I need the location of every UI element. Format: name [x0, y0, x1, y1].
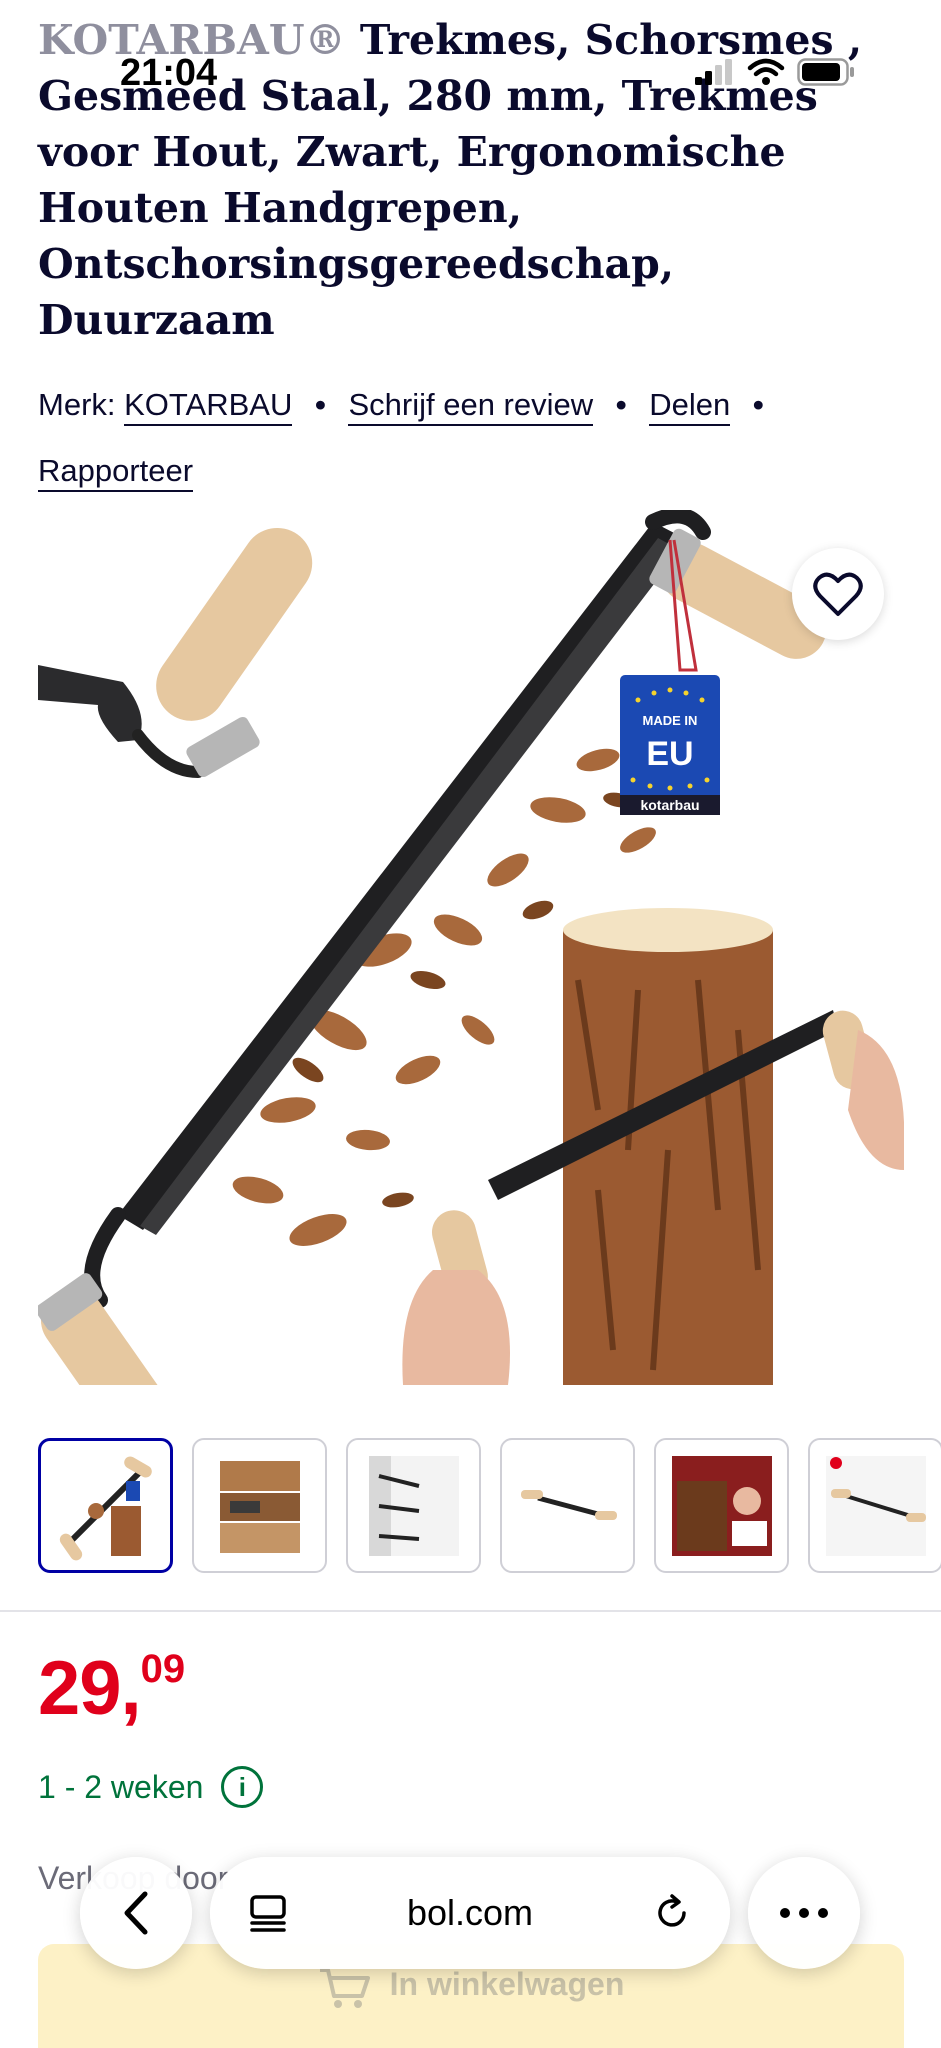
more-icon: [780, 1908, 828, 1918]
info-icon[interactable]: i: [221, 1766, 264, 1808]
chevron-left-icon: [124, 1891, 148, 1935]
meta-separator: •: [752, 387, 764, 422]
add-to-cart-label: In winkelwagen: [389, 1966, 625, 2002]
product-image[interactable]: MADE IN EU kotarbau: [35, 507, 905, 1464]
report-link[interactable]: Rapporteer: [38, 453, 194, 492]
delivery-text: 1 - 2 weken: [38, 1768, 204, 1805]
product-title-text: Trekmes, Schorsmes , Gesmeed Staal, 280 …: [38, 16, 863, 344]
drawknife-illustration: MADE IN EU kotarbau: [35, 507, 905, 1464]
price-decimal: 09: [140, 1647, 186, 1691]
back-button[interactable]: [80, 1857, 192, 1969]
cart-icon: [319, 1968, 370, 2008]
heart-icon: [813, 572, 863, 616]
thumbnail-2[interactable]: [192, 1438, 327, 1573]
price: 29,09: [38, 1645, 185, 1732]
more-button[interactable]: [748, 1857, 860, 1969]
browser-toolbar: bol.com: [0, 1855, 941, 1970]
thumbnail-strip: [38, 1438, 941, 1573]
tag-line2: EU: [646, 735, 693, 773]
url-text[interactable]: bol.com: [407, 1892, 533, 1934]
product-title-trademark: ®: [304, 16, 346, 64]
thumbnail-6[interactable]: [808, 1438, 941, 1573]
product-title-brand: KOTARBAU: [38, 16, 305, 64]
delivery-time: 1 - 2 weken i: [38, 1766, 264, 1808]
tag-brand: kotarbau: [640, 797, 699, 813]
brand-link[interactable]: KOTARBAU: [124, 387, 293, 426]
reload-icon[interactable]: [652, 1893, 692, 1933]
address-bar[interactable]: bol.com: [210, 1857, 730, 1969]
brand-prefix: Merk:: [38, 387, 116, 422]
tabs-icon[interactable]: [248, 1893, 288, 1933]
tag-line1: MADE IN: [643, 713, 698, 728]
meta-separator: •: [314, 387, 326, 422]
product-meta: Merk: KOTARBAU • Schrijf een review • De…: [38, 372, 908, 504]
product-title: KOTARBAU® Trekmes, Schorsmes , Gesmeed S…: [38, 12, 898, 348]
thumbnail-4[interactable]: [500, 1438, 635, 1573]
thumbnail-5[interactable]: [654, 1438, 789, 1573]
share-link[interactable]: Delen: [649, 387, 731, 426]
meta-separator: •: [615, 387, 627, 422]
section-divider: [0, 1610, 941, 1612]
write-review-link[interactable]: Schrijf een review: [348, 387, 594, 426]
thumbnail-1[interactable]: [38, 1438, 173, 1573]
favorite-button[interactable]: [792, 548, 884, 640]
price-integer: 29,: [38, 1646, 142, 1731]
thumbnail-3[interactable]: [346, 1438, 481, 1573]
